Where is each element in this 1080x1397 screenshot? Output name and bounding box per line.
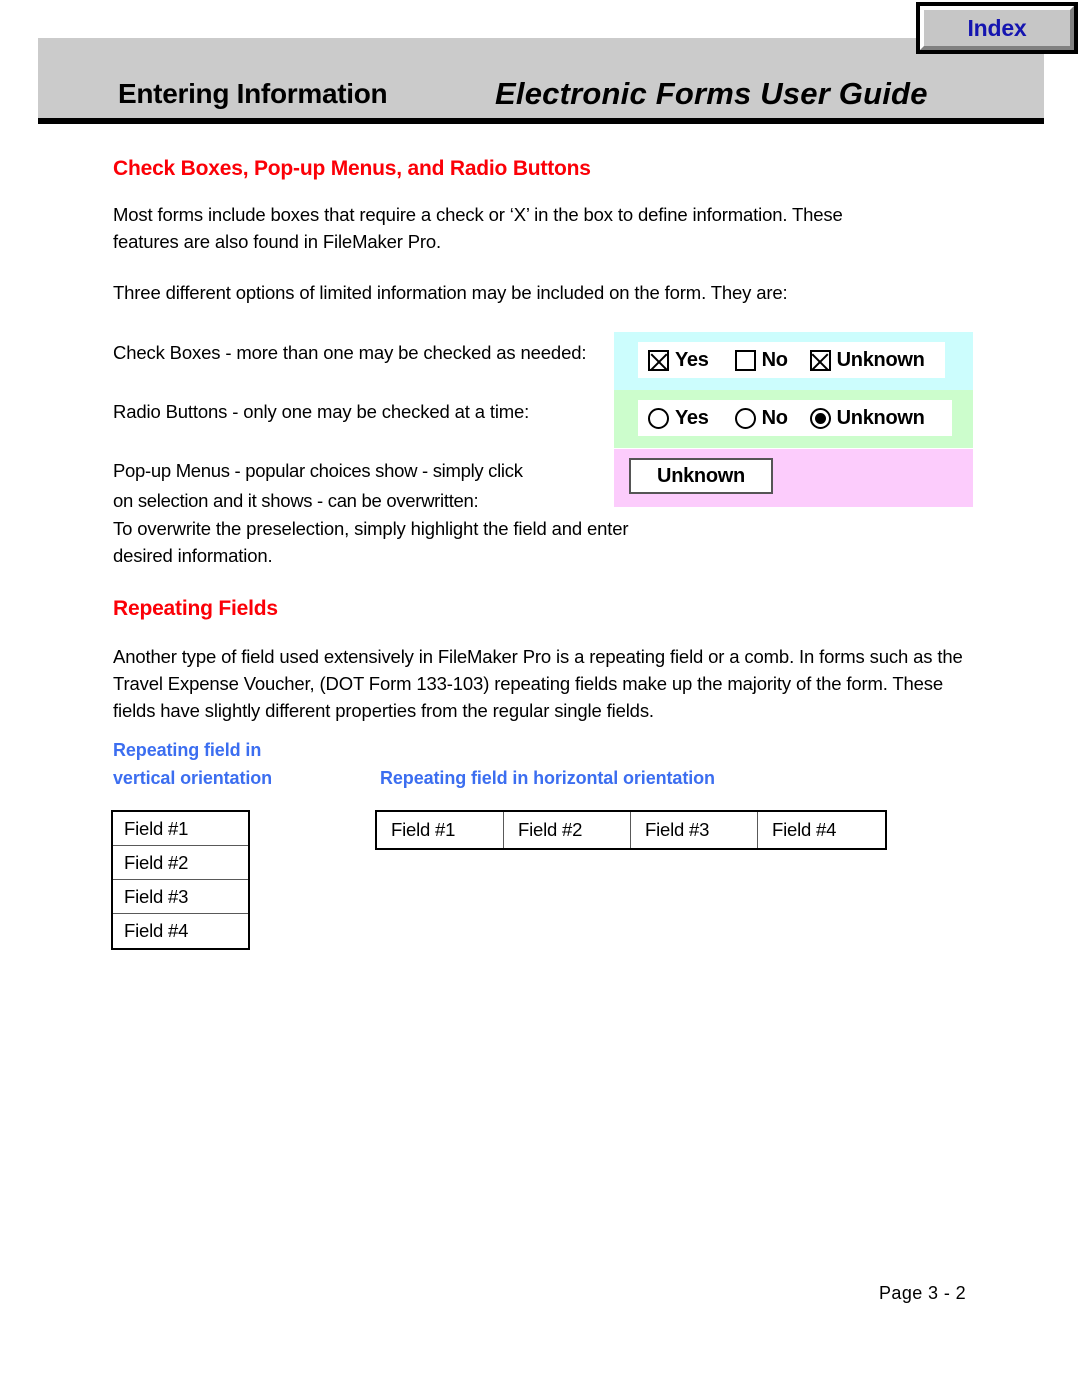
index-button-label: Index xyxy=(967,14,1027,41)
checkbox-checked-icon[interactable] xyxy=(648,349,669,371)
radio-option-yes[interactable]: Yes xyxy=(648,407,709,430)
popup-menu-demo-panel: Unknown xyxy=(614,449,973,507)
table-row[interactable]: Field #1 xyxy=(113,812,248,846)
radio-option-no-label: No xyxy=(761,406,788,429)
checkbox-checked-icon[interactable] xyxy=(809,349,831,371)
header-underline-rule xyxy=(38,118,1044,124)
page-number: Page 3 - 2 xyxy=(879,1283,967,1303)
page-section-title: Entering Information xyxy=(118,78,388,109)
paragraph-most-forms-include-boxes: Most forms include boxes that require a … xyxy=(113,204,843,252)
guide-title: Electronic Forms User Guide xyxy=(495,76,928,111)
checkbox-unchecked-icon[interactable] xyxy=(734,349,756,371)
radio-option-unknown[interactable]: Unknown xyxy=(809,406,925,430)
index-button-bevel: Index xyxy=(920,6,1074,50)
table-cell[interactable]: Field #4 xyxy=(758,812,885,848)
table-cell[interactable]: Field #3 xyxy=(631,812,758,848)
table-row[interactable]: Field #2 xyxy=(113,846,248,880)
radio-option-unknown-label: Unknown xyxy=(836,406,925,429)
checkbox-option-yes[interactable]: Yes xyxy=(648,349,709,372)
checkbox-option-no-label: No xyxy=(761,348,788,371)
table-cell[interactable]: Field #1 xyxy=(377,812,504,848)
index-button[interactable]: Index xyxy=(916,2,1078,54)
checkbox-option-unknown[interactable]: Unknown xyxy=(809,348,925,372)
radio-unselected-icon[interactable] xyxy=(734,407,756,429)
popup-menu-selected-value: Unknown xyxy=(657,464,745,487)
table-row[interactable]: Field #3 xyxy=(113,880,248,914)
paragraph-to-overwrite-preselection: To overwrite the preselection, simply hi… xyxy=(113,518,629,566)
repeating-field-horizontal-table: Field #1 Field #2 Field #3 Field #4 xyxy=(375,810,887,850)
radio-option-yes-label: Yes xyxy=(675,406,709,429)
paragraph-another-type-of-field: Another type of field used extensively i… xyxy=(113,646,963,721)
checkbox-option-no[interactable]: No xyxy=(734,348,788,372)
popup-menu-select[interactable]: Unknown xyxy=(629,458,773,494)
paragraph-three-different-options: Three different options of limited infor… xyxy=(113,282,788,303)
heading-vertical-orientation-line2: vertical orientation xyxy=(113,768,273,788)
radio-option-no[interactable]: No xyxy=(734,406,788,430)
table-cell[interactable]: Field #2 xyxy=(504,812,631,848)
label-check-boxes-description: Check Boxes - more than one may be check… xyxy=(113,342,587,363)
repeating-field-vertical-table: Field #1 Field #2 Field #3 Field #4 xyxy=(111,810,250,950)
heading-vertical-orientation-line1: Repeating field in xyxy=(113,740,262,760)
heading-repeating-fields: Repeating Fields xyxy=(113,597,278,620)
checkbox-option-yes-label: Yes xyxy=(675,348,709,371)
heading-horizontal-orientation: Repeating field in horizontal orientatio… xyxy=(380,768,715,788)
table-row[interactable]: Field #4 xyxy=(113,914,248,948)
radio-selected-icon[interactable] xyxy=(809,407,831,429)
checkbox-demo-panel: Yes No Unknown xyxy=(614,332,973,390)
radio-group: Yes No Unknown xyxy=(638,400,925,436)
heading-check-boxes-popup-menus-radio-buttons: Check Boxes, Pop-up Menus, and Radio But… xyxy=(113,157,591,180)
label-popup-menus-description: Pop-up Menus - popular choices show - si… xyxy=(113,460,523,511)
label-radio-buttons-description: Radio Buttons - only one may be checked … xyxy=(113,401,530,422)
radio-demo-panel: Yes No Unknown xyxy=(614,390,973,448)
radio-unselected-icon[interactable] xyxy=(648,407,669,429)
page-header: Entering Information Electronic Forms Us… xyxy=(0,0,1080,128)
checkbox-option-unknown-label: Unknown xyxy=(836,348,925,371)
checkbox-group: Yes No Unknown xyxy=(638,342,925,378)
